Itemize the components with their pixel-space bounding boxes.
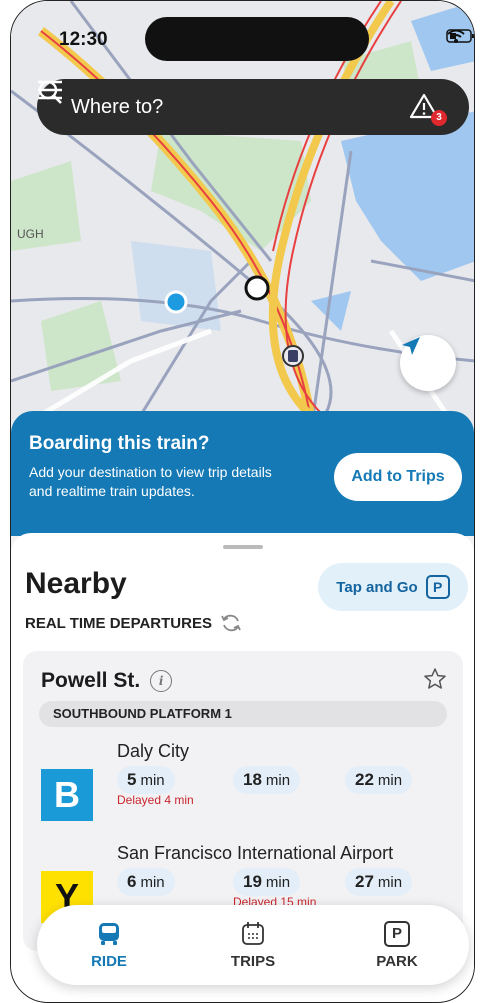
favorite-star-icon[interactable] xyxy=(423,667,447,691)
tab-park[interactable]: P PARK xyxy=(342,920,452,970)
parking-icon: P xyxy=(384,920,410,947)
route-destination: Daly City xyxy=(117,741,190,761)
departure-unit: min xyxy=(377,873,403,891)
bus-icon xyxy=(99,922,119,945)
info-icon[interactable]: i xyxy=(150,670,173,692)
departure-unit: min xyxy=(265,873,291,891)
search-placeholder: Where to? xyxy=(71,95,164,118)
departure-minutes: 6 xyxy=(127,872,137,891)
banner-text: Add your destination to view trip detail… xyxy=(29,464,272,499)
tab-trips-label: TRIPS xyxy=(230,952,276,970)
departure-time: 6 min xyxy=(117,868,175,896)
departure-time: 22 min xyxy=(345,766,413,794)
departure-minutes: 22 xyxy=(355,770,374,789)
status-time: 12:30 xyxy=(59,29,108,50)
search-bar[interactable]: Where to? 3 xyxy=(37,79,469,135)
alert-count-badge: 3 xyxy=(431,110,447,126)
route-line-badge: B xyxy=(41,769,93,821)
departure-minutes: 27 xyxy=(355,872,374,891)
location-arrow-icon xyxy=(402,337,420,355)
add-to-trips-button[interactable]: Add to Trips xyxy=(334,453,462,501)
tab-ride[interactable]: RIDE xyxy=(54,921,164,970)
tap-and-go-label: Tap and Go xyxy=(336,578,418,596)
tab-ride-label: RIDE xyxy=(91,952,127,970)
boarding-banner: Boarding this train? Add your destinatio… xyxy=(11,411,474,536)
calendar-icon xyxy=(242,921,264,945)
realtime-departures-label: REAL TIME DEPARTURES xyxy=(25,614,212,632)
tab-park-label: PARK xyxy=(376,952,418,970)
route-destination: San Francisco International Airport xyxy=(117,843,394,863)
departure-unit: min xyxy=(265,771,291,789)
phone-screen: UGH 12:30 Where to? 3 Boarding this trai… xyxy=(10,0,475,1003)
refresh-icon[interactable] xyxy=(220,613,242,633)
departure-unit: min xyxy=(140,873,165,891)
departure-minutes: 18 xyxy=(243,770,262,789)
locate-me-button[interactable] xyxy=(400,335,456,391)
menu-icon[interactable] xyxy=(37,79,63,101)
banner-title: Boarding this train? xyxy=(29,433,210,454)
route-row[interactable]: B Daly City 5 min Delayed 4 min 18 min 2… xyxy=(41,741,451,831)
tab-trips[interactable]: TRIPS xyxy=(198,921,308,970)
departure-time: 5 min xyxy=(117,766,175,794)
realtime-departures-header: REAL TIME DEPARTURES xyxy=(25,613,242,633)
nearby-title: Nearby xyxy=(25,567,127,600)
station-name: Powell St. xyxy=(41,669,141,692)
parking-icon: P xyxy=(425,575,450,599)
camera-notch xyxy=(145,17,369,61)
departure-time: 27 min xyxy=(345,868,413,896)
bottom-tab-bar: RIDE TRIPS P PARK xyxy=(37,905,469,985)
platform-label: SOUTHBOUND PLATFORM 1 xyxy=(39,701,447,727)
station-header: Powell St. i xyxy=(41,669,173,693)
departure-time: 19 min xyxy=(233,868,301,896)
departure-unit: min xyxy=(140,771,165,789)
delay-notice: Delayed 4 min xyxy=(117,793,194,807)
map-view[interactable]: UGH 12:30 Where to? 3 xyxy=(11,1,474,431)
sheet-drag-handle[interactable] xyxy=(223,545,263,549)
departure-unit: min xyxy=(377,771,403,789)
map-place-label: UGH xyxy=(17,227,44,241)
departure-minutes: 5 xyxy=(127,770,137,789)
alerts-button[interactable]: 3 xyxy=(409,92,447,126)
tap-and-go-button[interactable]: Tap and Go P xyxy=(318,563,468,611)
battery-icon xyxy=(446,29,474,43)
departure-minutes: 19 xyxy=(243,872,262,891)
departure-time: 18 min xyxy=(233,766,301,794)
